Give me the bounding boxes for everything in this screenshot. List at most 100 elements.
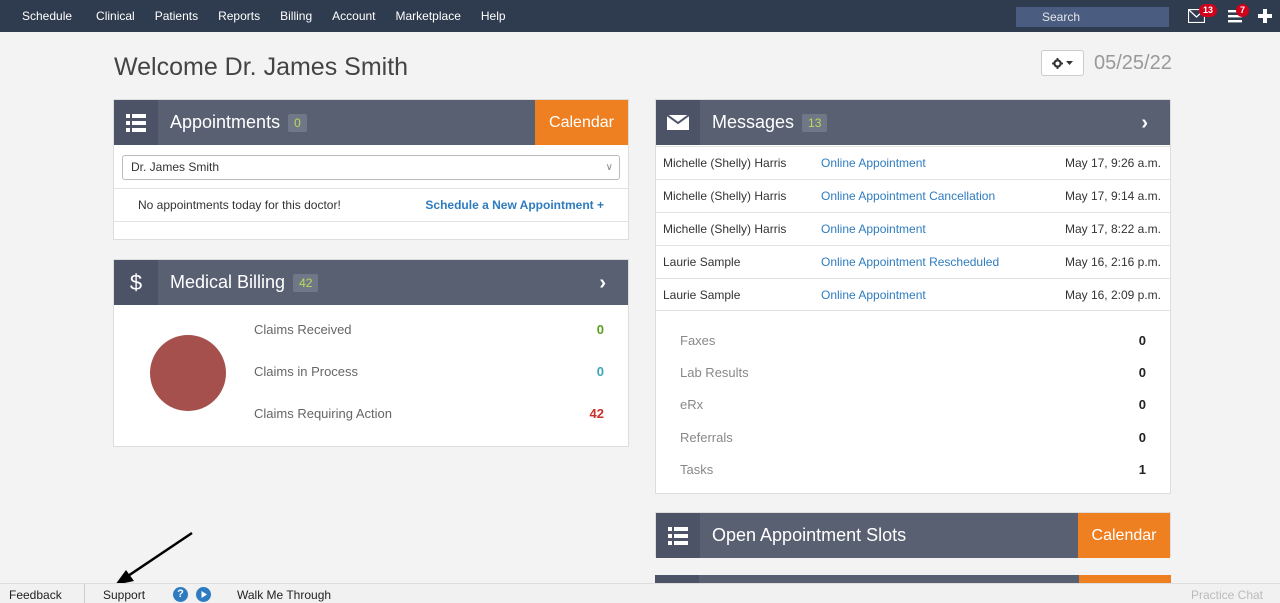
tasks-badge: 7 — [1236, 4, 1250, 17]
message-subject-link[interactable]: Online Appointment — [821, 156, 926, 170]
message-sender: Michelle (Shelly) Harris — [663, 222, 787, 236]
settings-dropdown-button[interactable] — [1041, 50, 1084, 76]
support-link[interactable]: Support — [103, 588, 145, 602]
claims-in-process-label: Claims in Process — [254, 364, 359, 379]
list-icon — [656, 513, 700, 558]
appointments-title: Appointments — [170, 112, 281, 132]
nav-menu: Schedule Clinical Patients Reports Billi… — [0, 0, 516, 32]
annotation-arrow-icon — [115, 531, 193, 585]
footer-divider — [84, 584, 85, 603]
appointments-header: Appointments 0 Calendar — [114, 100, 628, 145]
nav-clinical[interactable]: Clinical — [86, 0, 145, 32]
message-time: May 17, 8:22 a.m. — [1064, 222, 1161, 236]
no-appointments-text: No appointments today for this doctor! — [138, 198, 341, 212]
nav-billing[interactable]: Billing — [270, 0, 322, 32]
messages-panel: Messages 13 › Michelle (Shelly) Harris O… — [655, 99, 1171, 494]
appointments-count: 0 — [288, 113, 307, 132]
chevron-right-icon[interactable]: › — [1141, 112, 1148, 135]
top-nav: Schedule Clinical Patients Reports Billi… — [0, 0, 1280, 32]
message-time: May 16, 2:09 p.m. — [1064, 287, 1161, 302]
lab-results-value: 0 — [1138, 365, 1146, 380]
next-panel-icon-block — [655, 575, 699, 583]
claims-received-label: Claims Received — [254, 322, 352, 337]
chevron-down-icon: ∨ — [605, 162, 613, 173]
referrals-label[interactable]: Referrals — [680, 430, 733, 445]
help-icon[interactable]: ? — [173, 587, 188, 602]
claims-pie-chart — [150, 335, 226, 411]
doctor-select[interactable]: Dr. James Smith ∨ — [122, 155, 620, 180]
message-time: May 17, 9:14 a.m. — [1064, 189, 1161, 203]
erx-label[interactable]: eRx — [680, 397, 703, 412]
appointments-calendar-button[interactable]: Calendar — [535, 100, 628, 145]
tasks-button[interactable]: 7 — [1228, 4, 1256, 26]
mail-badge: 13 — [1199, 4, 1218, 17]
play-icon[interactable] — [196, 587, 211, 602]
walk-me-through-link[interactable]: Walk Me Through — [237, 588, 331, 602]
messages-count: 13 — [802, 113, 828, 132]
open-slots-title: Open Appointment Slots — [712, 525, 907, 545]
current-date: 05/25/22 — [1094, 52, 1172, 74]
medical-billing-panel: $ Medical Billing 42 › Claims Received 0… — [113, 259, 629, 447]
nav-account[interactable]: Account — [322, 0, 385, 32]
claims-requiring-action-value: 42 — [589, 406, 604, 421]
nav-marketplace[interactable]: Marketplace — [386, 0, 471, 32]
appointments-empty-row: No appointments today for this doctor! S… — [114, 188, 628, 222]
open-slots-header: Open Appointment Slots Calendar — [656, 513, 1170, 558]
search-input[interactable] — [1016, 7, 1169, 27]
schedule-new-appointment-link[interactable]: Schedule a New Appointment + — [425, 198, 604, 212]
footer-bar: Feedback Support ? Walk Me Through Pract… — [0, 583, 1280, 603]
billing-title: Medical Billing — [170, 272, 286, 292]
claims-received-value: 0 — [596, 322, 604, 337]
next-panel-header — [655, 575, 1171, 583]
tasks-label[interactable]: Tasks — [680, 462, 713, 477]
dollar-icon: $ — [114, 260, 158, 305]
envelope-icon — [656, 100, 700, 145]
next-panel-orange-button[interactable] — [1079, 575, 1171, 583]
caret-down-icon — [1066, 60, 1073, 65]
messages-header: Messages 13 › — [656, 100, 1170, 145]
billing-count: 42 — [293, 273, 319, 292]
gear-icon — [1052, 57, 1063, 69]
message-sender: Laurie Sample — [663, 287, 741, 302]
appointments-panel: Appointments 0 Calendar Dr. James Smith … — [113, 99, 629, 240]
mail-button[interactable]: 13 — [1188, 4, 1218, 26]
erx-value: 0 — [1138, 397, 1146, 412]
nav-patients[interactable]: Patients — [145, 0, 208, 32]
open-slots-panel: Open Appointment Slots Calendar — [655, 512, 1171, 558]
message-row[interactable]: Michelle (Shelly) Harris Online Appointm… — [656, 179, 1170, 212]
message-subject-link[interactable]: Online Appointment — [821, 222, 926, 236]
open-slots-calendar-button[interactable]: Calendar — [1078, 513, 1170, 558]
doctor-select-value: Dr. James Smith — [131, 160, 220, 174]
feedback-link[interactable]: Feedback — [9, 588, 62, 602]
lab-results-label[interactable]: Lab Results — [680, 365, 749, 380]
claims-requiring-action-label: Claims Requiring Action — [254, 406, 393, 421]
message-sender: Michelle (Shelly) Harris — [663, 189, 787, 203]
nav-help[interactable]: Help — [471, 0, 516, 32]
message-time: May 16, 2:16 p.m. — [1064, 255, 1161, 269]
claims-in-process-value: 0 — [596, 364, 604, 379]
add-button[interactable] — [1258, 6, 1274, 26]
message-subject-link[interactable]: Online Appointment Rescheduled — [821, 255, 999, 269]
practice-chat-button[interactable]: Practice Chat — [1191, 588, 1263, 602]
message-row[interactable]: Michelle (Shelly) Harris Online Appointm… — [656, 146, 1170, 179]
message-time: May 17, 9:26 a.m. — [1064, 156, 1161, 170]
faxes-label[interactable]: Faxes — [680, 333, 715, 348]
message-row[interactable]: Laurie Sample Online Appointment May 16,… — [656, 278, 1170, 311]
referrals-value: 0 — [1138, 430, 1146, 445]
list-icon — [114, 100, 158, 145]
welcome-title: Welcome Dr. James Smith — [114, 53, 409, 81]
tasks-value: 1 — [1138, 462, 1146, 477]
message-row[interactable]: Michelle (Shelly) Harris Online Appointm… — [656, 212, 1170, 245]
messages-title: Messages — [712, 112, 795, 132]
faxes-value: 0 — [1138, 333, 1146, 348]
nav-schedule[interactable]: Schedule — [0, 0, 86, 32]
billing-header: $ Medical Billing 42 › — [114, 260, 628, 305]
chevron-right-icon[interactable]: › — [599, 272, 606, 295]
message-sender: Michelle (Shelly) Harris — [663, 156, 787, 170]
message-sender: Laurie Sample — [663, 255, 741, 269]
nav-reports[interactable]: Reports — [208, 0, 270, 32]
message-subject-link[interactable]: Online Appointment — [821, 288, 926, 302]
plus-icon — [1258, 9, 1272, 23]
message-subject-link[interactable]: Online Appointment Cancellation — [821, 189, 995, 203]
message-row[interactable]: Laurie Sample Online Appointment Resched… — [656, 245, 1170, 278]
